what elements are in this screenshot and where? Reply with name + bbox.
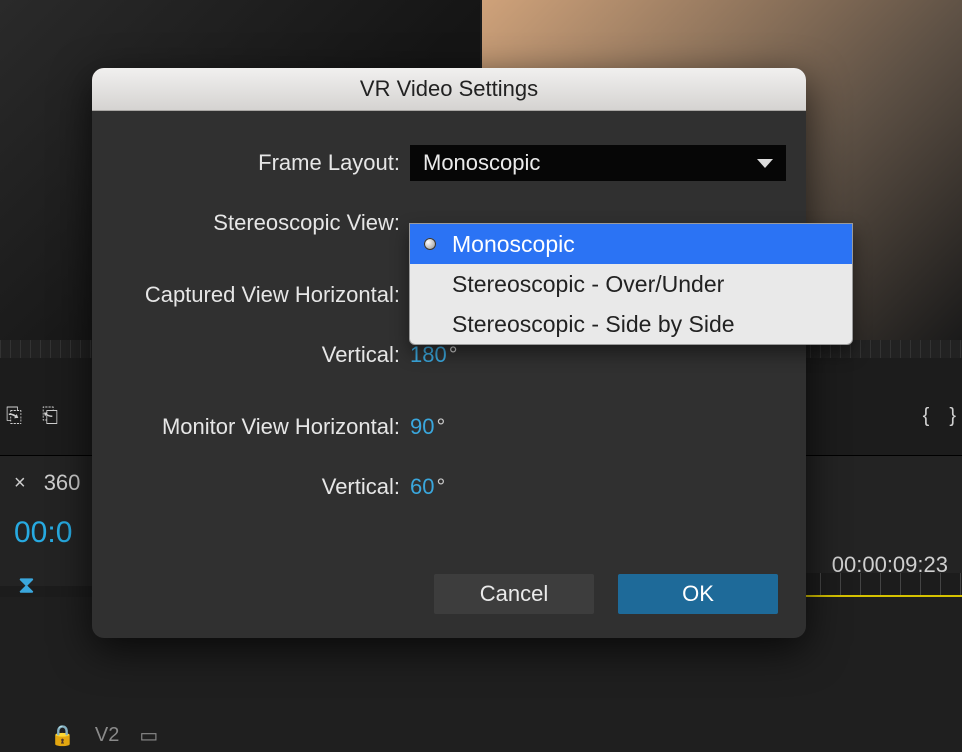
frame-layout-select[interactable]: Monoscopic bbox=[410, 145, 786, 181]
dialog-body: Frame Layout: Monoscopic Stereoscopic Vi… bbox=[92, 110, 806, 638]
dialog-button-row: Cancel OK bbox=[434, 574, 778, 614]
row-monitor-vertical: Vertical: 60 ° bbox=[92, 464, 806, 510]
row-frame-layout: Frame Layout: Monoscopic bbox=[92, 140, 806, 186]
dropdown-option-over-under[interactable]: Stereoscopic - Over/Under bbox=[410, 264, 852, 304]
mark-in-icon[interactable]: { bbox=[923, 405, 930, 428]
ok-button[interactable]: OK bbox=[618, 574, 778, 614]
dialog-title: VR Video Settings bbox=[360, 76, 538, 102]
timeline-tab-label: 360 bbox=[44, 470, 81, 496]
degree-symbol: ° bbox=[436, 474, 445, 500]
mark-out-icon[interactable]: } bbox=[949, 405, 956, 428]
insert-icon[interactable]: ⎘ bbox=[6, 405, 22, 428]
current-timecode[interactable]: 00:0 bbox=[14, 516, 72, 550]
row-monitor-horizontal: Monitor View Horizontal: 90 ° bbox=[92, 404, 806, 450]
track-lock-icon[interactable]: 🔒 bbox=[50, 723, 75, 748]
track-label[interactable]: V2 bbox=[95, 724, 119, 747]
captured-vertical-value[interactable]: 180 bbox=[410, 342, 447, 368]
chevron-down-icon bbox=[757, 159, 773, 168]
monitor-horizontal-value[interactable]: 90 bbox=[410, 414, 434, 440]
monitor-horizontal-label: Monitor View Horizontal: bbox=[92, 414, 410, 440]
cancel-button[interactable]: Cancel bbox=[434, 574, 594, 614]
captured-horizontal-label: Captured View Horizontal: bbox=[92, 282, 410, 308]
monitor-vertical-value[interactable]: 60 bbox=[410, 474, 434, 500]
monitor-vertical-label: Vertical: bbox=[92, 474, 410, 500]
timeline-tab[interactable]: × 360 bbox=[14, 470, 80, 496]
frame-layout-value: Monoscopic bbox=[423, 150, 540, 176]
frame-layout-label: Frame Layout: bbox=[92, 150, 410, 176]
frame-layout-dropdown[interactable]: Monoscopic Stereoscopic - Over/Under Ste… bbox=[409, 223, 853, 345]
dropdown-option-side-by-side[interactable]: Stereoscopic - Side by Side bbox=[410, 304, 852, 344]
degree-symbol: ° bbox=[436, 414, 445, 440]
dropdown-option-monoscopic[interactable]: Monoscopic bbox=[410, 224, 852, 264]
vr-video-settings-dialog: VR Video Settings Frame Layout: Monoscop… bbox=[92, 68, 806, 638]
track-header: 🔒 V2 ▭ bbox=[50, 723, 158, 748]
overwrite-icon[interactable]: ⎗ bbox=[42, 405, 58, 428]
stereoscopic-view-label: Stereoscopic View: bbox=[92, 210, 410, 236]
captured-vertical-label: Vertical: bbox=[92, 342, 410, 368]
degree-symbol: ° bbox=[449, 342, 458, 368]
snap-icon[interactable]: ⧗ bbox=[18, 572, 42, 596]
dialog-titlebar[interactable]: VR Video Settings bbox=[92, 68, 806, 111]
close-icon[interactable]: × bbox=[14, 472, 26, 495]
track-toggle-icon[interactable]: ▭ bbox=[139, 723, 158, 748]
